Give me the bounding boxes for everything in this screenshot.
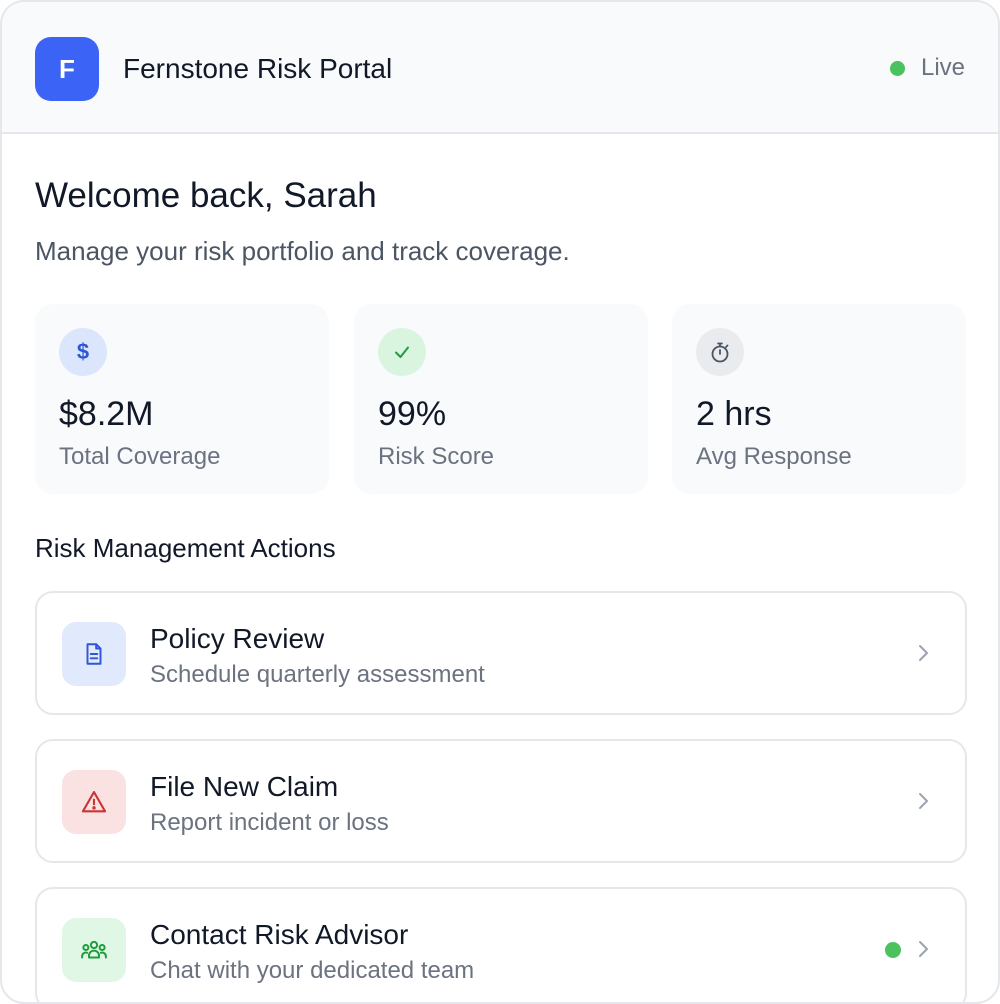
online-status-dot [885,942,901,958]
stat-card-total-coverage: $ $8.2M Total Coverage [35,304,329,494]
action-description: Chat with your dedicated team [150,957,475,984]
stat-label: Risk Score [378,443,495,470]
brand-logo[interactable]: F [35,37,99,101]
action-contact-risk-advisor[interactable]: Contact Risk Advisor Chat with your dedi… [35,887,967,1002]
chevron-right-icon [919,941,928,957]
stat-card-risk-score: 99% Risk Score [354,304,648,494]
live-status-label: Live [920,54,965,81]
warning-icon [62,770,126,834]
chevron-right-icon [919,645,928,661]
stat-card-avg-response: 2 hrs Avg Response [672,304,966,494]
check-icon [378,328,426,376]
stat-value: 99% [378,395,447,433]
action-description: Report incident or loss [150,809,389,836]
welcome-subtitle: Manage your risk portfolio and track cov… [35,236,570,266]
stopwatch-icon [696,328,744,376]
header: F Fernstone Risk Portal Live [2,2,998,134]
stat-value: 2 hrs [696,395,772,433]
live-status: Live [889,54,965,82]
app-title: Fernstone Risk Portal [123,53,393,84]
document-icon [62,622,126,686]
action-description: Schedule quarterly assessment [150,661,485,688]
portal-card: F Fernstone Risk Portal Live Welcome bac… [0,0,1000,1004]
chevron-right-icon [919,793,928,809]
action-policy-review[interactable]: Policy Review Schedule quarterly assessm… [35,591,967,715]
action-file-new-claim[interactable]: File New Claim Report incident or loss [35,739,967,863]
action-title: File New Claim [150,771,339,802]
stat-label: Avg Response [696,443,852,470]
section-title: Risk Management Actions [35,533,336,563]
dollar-icon: $ [59,328,107,376]
live-status-dot [889,60,905,76]
action-title: Contact Risk Advisor [150,919,409,950]
welcome-heading: Welcome back, Sarah [35,176,377,215]
action-title: Policy Review [150,623,325,654]
stat-label: Total Coverage [59,443,221,470]
team-icon [62,918,126,982]
stat-value: $8.2M [59,395,154,433]
